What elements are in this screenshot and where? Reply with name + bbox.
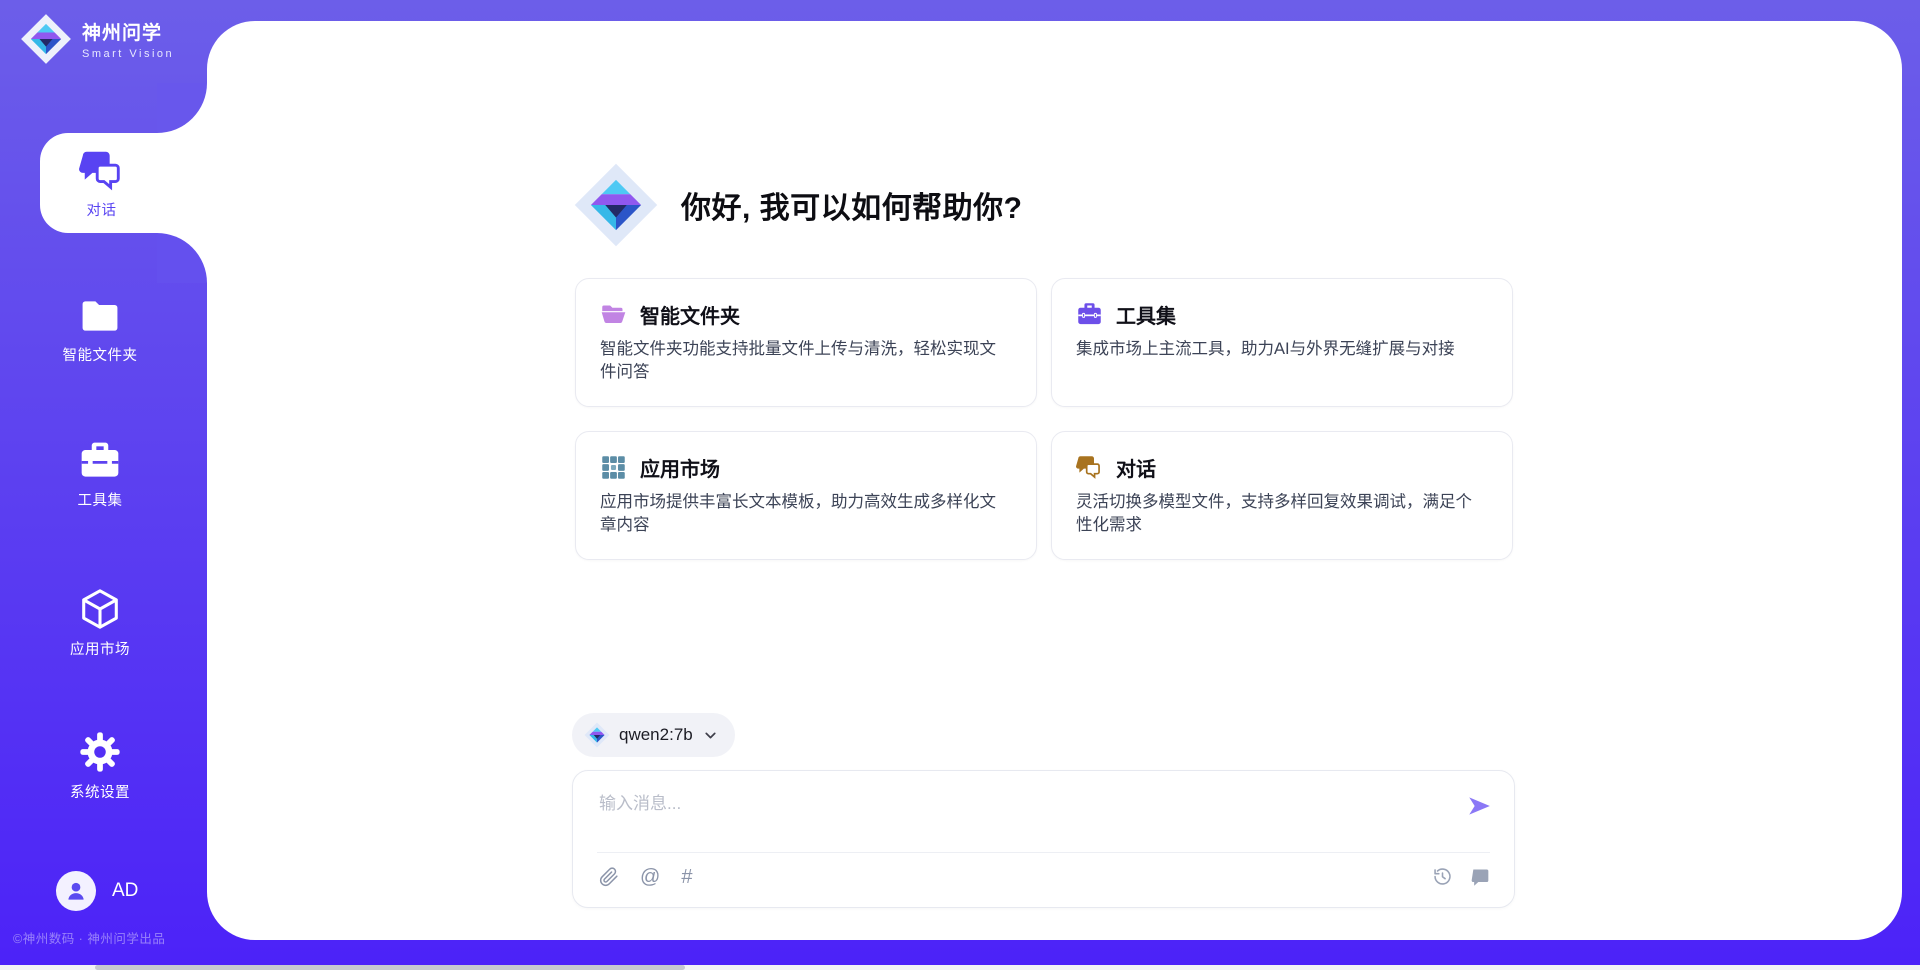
chat-bubbles-icon [79,147,125,193]
card-chat[interactable]: 对话 灵活切换多模型文件，支持多样回复效果调试，满足个性化需求 [1051,431,1513,560]
history-icon [1432,866,1453,887]
model-diamond-icon [584,722,610,748]
tab-curve-top [157,83,207,133]
feature-cards: 智能文件夹 智能文件夹功能支持批量文件上传与清洗，轻松实现文件问答 工具集 集成… [575,278,1515,560]
card-description: 应用市场提供丰富长文本模板，助力高效生成多样化文章内容 [600,491,1012,538]
card-smart-folder[interactable]: 智能文件夹 智能文件夹功能支持批量文件上传与清洗，轻松实现文件问答 [575,278,1037,407]
sidebar-item-label: 工具集 [78,489,123,510]
horizontal-scrollbar [0,965,1920,970]
folder-icon [77,294,123,338]
folder-open-icon [600,301,627,328]
history-button[interactable] [1432,866,1453,887]
app-root: { "brand": { "name": "神州问学", "subtitle":… [0,0,1920,970]
attach-file-button[interactable] [599,866,619,888]
sidebar-item-smart-folder[interactable]: 智能文件夹 [0,294,200,365]
card-description: 灵活切换多模型文件，支持多样回复效果调试，满足个性化需求 [1076,491,1488,538]
scrollbar-thumb[interactable] [95,965,685,970]
new-chat-button[interactable] [1470,867,1490,887]
card-title: 智能文件夹 [640,300,740,329]
sidebar-item-label: 智能文件夹 [63,344,138,365]
chevron-down-icon [702,727,719,744]
message-input[interactable] [599,789,1419,819]
app-grid-icon [600,454,627,481]
sidebar-item-settings[interactable]: 系统设置 [0,729,200,802]
card-description: 集成市场上主流工具，助力AI与外界无缝扩展与对接 [1076,338,1488,361]
sidebar-item-label: 对话 [87,199,117,220]
card-app-market[interactable]: 应用市场 应用市场提供丰富长文本模板，助力高效生成多样化文章内容 [575,431,1037,560]
sidebar-item-toolset[interactable]: 工具集 [0,439,200,510]
brand-diamond-icon [20,13,72,65]
card-title: 对话 [1116,453,1156,482]
chat-bubble-icon [1470,867,1490,887]
avatar [56,871,96,911]
brand-name: 神州问学 [82,18,174,45]
topic-button[interactable]: # [681,866,692,888]
card-title: 工具集 [1116,300,1176,329]
sidebar-item-chat[interactable]: 对话 [40,133,207,233]
greeting-title: 你好, 我可以如何帮助你? [681,183,1023,227]
chat-bubbles-icon [1076,454,1103,481]
brand-logo: 神州问学 Smart Vision [20,13,174,65]
copyright-text: ©神州数码 · 神州问学出品 [13,928,165,947]
paperclip-icon [599,866,619,888]
send-icon [1466,793,1492,819]
model-selector[interactable]: qwen2:7b [572,713,735,757]
card-description: 智能文件夹功能支持批量文件上传与清洗，轻松实现文件问答 [600,338,1012,385]
composer-right-toolbar [1432,866,1490,887]
mention-button[interactable]: @ [640,866,660,888]
brand-diamond-icon [573,162,659,248]
model-name: qwen2:7b [619,725,693,745]
sidebar-item-label: 应用市场 [70,638,130,659]
brand-subtitle: Smart Vision [82,48,174,60]
message-composer: @ # [572,770,1515,908]
user-account[interactable]: AD [56,871,138,911]
toolbox-icon [77,439,123,483]
attachment-toolbar: @ # [599,866,692,888]
cube-icon [77,586,123,632]
card-toolset[interactable]: 工具集 集成市场上主流工具，助力AI与外界无缝扩展与对接 [1051,278,1513,407]
gear-icon [77,729,123,775]
send-button[interactable] [1464,791,1494,821]
person-icon [63,878,89,904]
greeting-block: 你好, 我可以如何帮助你? [573,161,1023,249]
sidebar-item-app-market[interactable]: 应用市场 [0,586,200,659]
composer-divider [597,852,1490,853]
card-title: 应用市场 [640,453,720,482]
main-panel: 你好, 我可以如何帮助你? 智能文件夹 智能文件夹功能支持批量文件上传与清洗，轻… [207,21,1902,940]
briefcase-icon [1076,301,1103,328]
sidebar-item-label: 系统设置 [70,781,130,802]
user-initials: AD [112,880,138,902]
tab-curve-bottom [157,233,207,283]
